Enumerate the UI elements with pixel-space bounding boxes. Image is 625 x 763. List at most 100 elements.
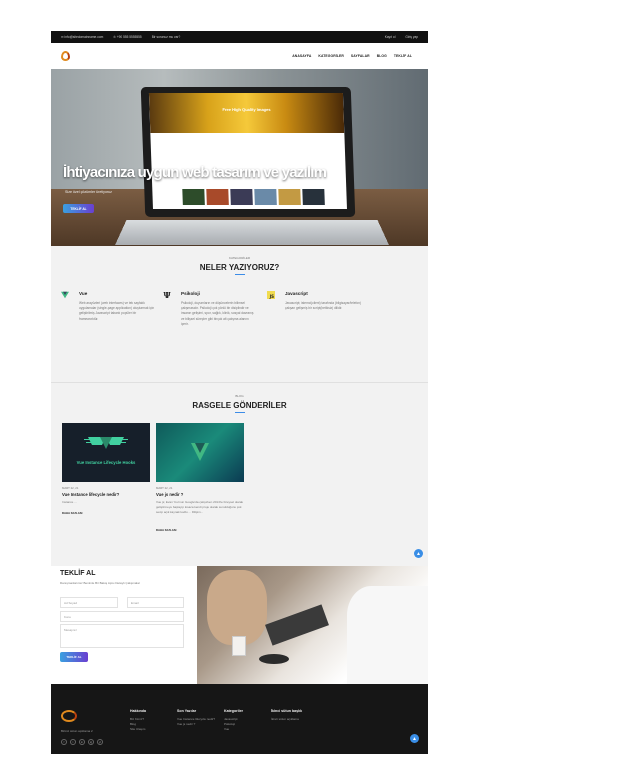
login-link[interactable]: Giriş yap xyxy=(405,35,418,39)
photo-tablet xyxy=(265,604,329,645)
random-posts-section: BLOG RASGELE GÖNDERİLER Vue Instance Lif… xyxy=(51,383,428,566)
footer-column-title: İkinci sütun başlık xyxy=(271,709,302,713)
screen-thumb xyxy=(254,189,277,205)
vue-icon xyxy=(61,291,69,299)
social-links: f t in ig yt xyxy=(61,739,103,745)
facebook-icon[interactable]: f xyxy=(61,739,67,745)
hero-title: İhtiyacınıza uygun web tasarım ve yazılı… xyxy=(63,164,326,181)
thumbnail-caption: Vue Instance Lifecycle Hooks xyxy=(62,460,150,465)
footer-column-second: İkinci sütun başlık İkinci sütun açıklam… xyxy=(271,709,302,722)
footer-column-title: Kategoriler xyxy=(224,709,243,713)
footer-link[interactable]: Vue js nedir ? xyxy=(177,722,217,727)
quote-subtitle: Danışmanlarımız Benimle Bir Bakış Açısı … xyxy=(60,581,140,585)
post-date: MART 22, 21 xyxy=(62,486,78,490)
photo-person-right xyxy=(347,586,428,684)
title-underline xyxy=(235,274,245,275)
nav-item-categories[interactable]: KATEGORİLER xyxy=(318,54,344,58)
register-link[interactable]: Kayıt ol xyxy=(385,35,396,39)
footer-column-title: Son Yazılar xyxy=(177,709,217,713)
hero-subtitle: Size özel çözümler üretiyoruz xyxy=(65,190,112,194)
footer: Birinci sütun açıklama 2 f t in ig yt Ha… xyxy=(51,684,428,754)
quote-submit-button[interactable]: TEKLİF AL xyxy=(60,652,88,662)
post-title[interactable]: Vue js nedir ? xyxy=(156,492,183,497)
subject-field[interactable]: Konu xyxy=(60,611,184,622)
nav-item-home[interactable]: ANASAYFA xyxy=(292,54,311,58)
top-bar: ✉ info@sitedomainname.com ✆ +90 555 5555… xyxy=(51,31,428,43)
footer-about: Birinci sütun açıklama 2 xyxy=(61,729,93,733)
footer-column-about: Hakkında Biz Kimiz? Blog Site Ulaşım xyxy=(130,709,146,732)
email-field[interactable]: Email xyxy=(127,597,184,608)
contact-phone[interactable]: ✆ +90 555 5555555 xyxy=(113,35,141,39)
screen-thumb xyxy=(182,189,205,205)
laptop-screen-content: Free High Quality Images xyxy=(149,93,347,209)
nav-item-quote[interactable]: TEKLİF AL xyxy=(394,54,412,58)
quote-title: TEKLİF AL xyxy=(60,570,96,577)
screen-thumb xyxy=(302,189,325,205)
hero-banner: Free High Quality Images İhtiyacınıza uy… xyxy=(51,69,428,246)
footer-link: İkinci sütun açıklama xyxy=(271,717,302,722)
name-field[interactable]: Ad Soyad xyxy=(60,597,118,608)
screen-thumbnails xyxy=(152,185,347,205)
read-more-link[interactable]: DAHA FAZLASI xyxy=(62,511,82,515)
twitter-icon[interactable]: t xyxy=(70,739,76,745)
site-logo[interactable] xyxy=(61,51,70,61)
title-underline xyxy=(235,412,245,413)
posts-eyebrow: BLOG xyxy=(51,394,428,398)
quote-photo xyxy=(197,566,428,684)
laptop-keyboard xyxy=(115,220,389,245)
categories-section: KATEGORİLER NELER YAZIYORUZ? Vue Web ara… xyxy=(51,246,428,382)
photo-person-left xyxy=(207,570,267,645)
vue-wings-logo xyxy=(62,423,150,482)
post-title[interactable]: Vue Instance lifecycle nedir? xyxy=(62,492,119,497)
footer-logo[interactable] xyxy=(61,710,77,722)
js-icon: JS xyxy=(267,291,275,299)
photo-cup xyxy=(259,654,289,664)
posts-title: RASGELE GÖNDERİLER xyxy=(51,401,428,410)
screen-thumb xyxy=(230,189,253,205)
photo-glass xyxy=(232,636,246,656)
footer-column-title: Hakkında xyxy=(130,709,146,713)
post-thumbnail[interactable] xyxy=(156,423,244,482)
categories-eyebrow: KATEGORİLER xyxy=(51,256,428,260)
hero-quote-button[interactable]: TEKLİF AL xyxy=(63,204,94,213)
category-name: Psikoloji xyxy=(181,291,200,296)
quote-section: TEKLİF AL Danışmanlarımız Benimle Bir Ba… xyxy=(51,566,428,684)
scroll-top-button[interactable]: ▲ xyxy=(414,549,423,558)
nav-item-pages[interactable]: SAYFALAR xyxy=(351,54,370,58)
category-name: Javascript xyxy=(285,291,308,296)
screen-banner-text: Free High Quality Images xyxy=(149,93,344,112)
footer-column-recent: Son Yazılar Vue Instance lifecycle nedir… xyxy=(177,709,217,727)
contact-email[interactable]: ✉ info@sitedomainname.com xyxy=(61,35,103,39)
navbar: ANASAYFA KATEGORİLER SAYFALAR BLOG TEKLİ… xyxy=(51,43,428,69)
laptop-image: Free High Quality Images xyxy=(141,87,356,217)
nav-item-blog[interactable]: BLOG xyxy=(377,54,387,58)
screen-thumb xyxy=(278,189,301,205)
youtube-icon[interactable]: yt xyxy=(97,739,103,745)
post-excerpt: Instance ... xyxy=(62,500,150,505)
screen-banner: Free High Quality Images xyxy=(149,93,344,133)
read-more-link[interactable]: DAHA FAZLASI xyxy=(156,528,176,532)
category-desc: Web arayüzleri (web interfaces) ve tek s… xyxy=(79,301,155,322)
footer-link[interactable]: Site Ulaşım xyxy=(130,727,146,732)
category-name: Vue xyxy=(79,291,87,296)
footer-link[interactable]: Vue xyxy=(224,727,243,732)
linkedin-icon[interactable]: in xyxy=(79,739,85,745)
psi-icon: Ψ xyxy=(163,291,171,299)
categories-title: NELER YAZIYORUZ? xyxy=(51,263,428,272)
footer-column-categories: Kategoriler Javascript Psikoloji Vue xyxy=(224,709,243,732)
post-card[interactable]: MART 22, 21 Vue js nedir ? Vue js; Evan … xyxy=(156,423,244,482)
vue-logo xyxy=(156,423,244,482)
message-field[interactable]: Mesajınız xyxy=(60,624,184,648)
category-desc: Psikoloji, duyumların ve düşüncelerin bi… xyxy=(181,301,257,327)
post-thumbnail[interactable]: Vue Instance Lifecycle Hooks xyxy=(62,423,150,482)
post-card[interactable]: Vue Instance Lifecycle Hooks MART 22, 21… xyxy=(62,423,150,482)
main-nav: ANASAYFA KATEGORİLER SAYFALAR BLOG TEKLİ… xyxy=(292,54,412,58)
screen-thumb xyxy=(206,189,229,205)
svg-text:Ψ: Ψ xyxy=(163,291,171,299)
scroll-top-button[interactable]: ▲ xyxy=(410,734,419,743)
page: ✉ info@sitedomainname.com ✆ +90 555 5555… xyxy=(51,31,428,754)
instagram-icon[interactable]: ig xyxy=(88,739,94,745)
category-desc: Javascript; istemci(client) tarafında (b… xyxy=(285,301,361,311)
quote-form: TEKLİF AL Danışmanlarımız Benimle Bir Ba… xyxy=(51,566,197,684)
question-text: Bir sorunuz mu var? xyxy=(152,35,181,39)
